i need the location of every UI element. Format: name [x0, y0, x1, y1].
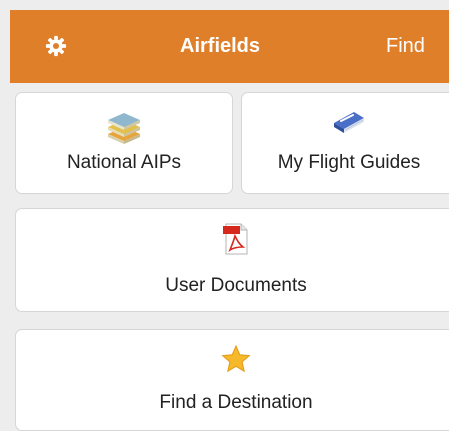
national-aips-button[interactable]: National AIPs — [15, 92, 233, 194]
blue-book-icon — [334, 112, 364, 133]
gear-icon — [45, 35, 67, 57]
find-a-destination-button[interactable]: Find a Destination — [15, 329, 449, 431]
star-icon — [221, 344, 251, 373]
national-aips-label: National AIPs — [66, 152, 182, 173]
find-button[interactable]: Find — [386, 30, 425, 62]
pdf-document-icon — [223, 223, 248, 255]
my-flight-guides-button[interactable]: My Flight Guides — [241, 92, 449, 194]
user-documents-button[interactable]: User Documents — [15, 208, 449, 312]
find-a-destination-label: Find a Destination — [159, 392, 313, 413]
my-flight-guides-label: My Flight Guides — [277, 152, 421, 173]
app-screen: Airfields Find National AIPs My Flight G… — [0, 0, 449, 431]
user-documents-label: User Documents — [165, 275, 307, 296]
top-navigation-bar: Airfields Find — [10, 10, 449, 83]
stacked-books-icon — [108, 113, 140, 144]
page-title: Airfields — [180, 35, 261, 57]
settings-button[interactable] — [38, 30, 74, 62]
